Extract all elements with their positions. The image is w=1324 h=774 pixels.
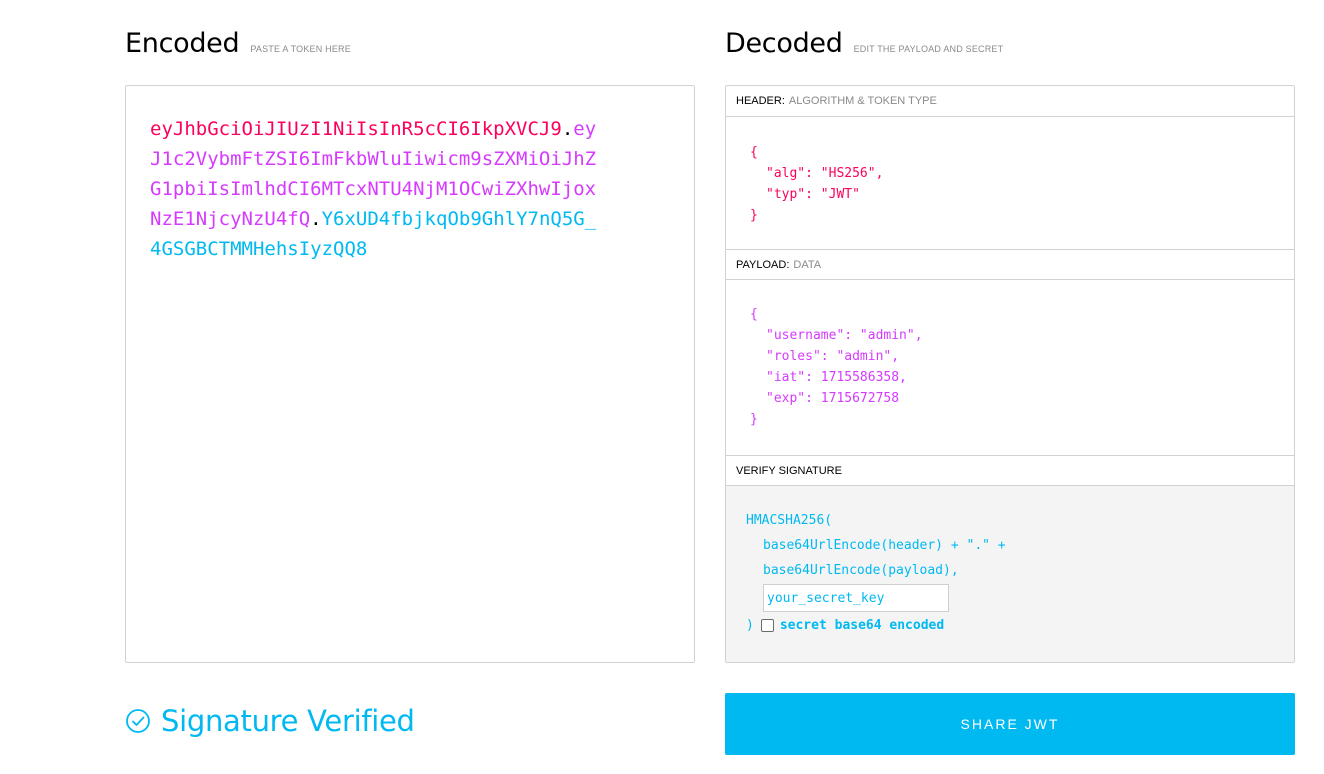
header-label: HEADER:: [736, 95, 785, 107]
secret-base64-label[interactable]: secret base64 encoded: [780, 613, 944, 638]
token-line: J1c2VybmFtZSI6ImFkbWluIiwicm9sZXMiOiJhZ: [150, 148, 597, 170]
json-line: "roles": "admin",: [766, 349, 900, 364]
json-brace: {: [750, 307, 758, 322]
token-line: G1pbiIsImlhdCI6MTcxNTU4NjM1OCwiZXhwIjox: [150, 178, 597, 200]
hmac-open: HMACSHA256(: [746, 513, 833, 528]
hmac-line-payload: base64UrlEncode(payload),: [763, 563, 959, 578]
token-header-part: eyJhbGciOiJIUzI1NiIsInR5cCI6IkpXVCJ9: [150, 118, 562, 140]
json-line: "alg": "HS256",: [766, 166, 884, 181]
encoded-hint: PASTE A TOKEN HERE: [250, 44, 351, 54]
json-line: "username": "admin",: [766, 328, 923, 343]
token-line: 4GSGBCTMMHehsIyzQQ8: [150, 238, 368, 260]
header-sublabel: ALGORITHM & TOKEN TYPE: [788, 95, 937, 107]
verify-label: VERIFY SIGNATURE: [736, 464, 842, 477]
payload-label: PAYLOAD:: [736, 258, 790, 271]
secret-key-input[interactable]: [763, 584, 949, 612]
share-jwt-button[interactable]: SHARE JWT: [725, 693, 1295, 755]
json-brace: }: [750, 412, 758, 427]
hmac-close: ): [746, 618, 754, 633]
verify-section-title: VERIFY SIGNATURE: [726, 455, 1294, 486]
check-circle-icon: [126, 709, 150, 733]
secret-base64-checkbox[interactable]: [760, 619, 774, 632]
token-payload-part: ey: [573, 118, 597, 140]
payload-sublabel: DATA: [793, 258, 822, 271]
token-dot: .: [310, 208, 322, 230]
header-json-editor[interactable]: { "alg": "HS256", "typ": "JWT" }: [726, 117, 1294, 249]
encoded-heading: Encoded PASTE A TOKEN HERE: [125, 28, 351, 59]
json-brace: {: [750, 145, 758, 160]
json-line: "exp": 1715672758: [766, 391, 900, 406]
json-line: "iat": 1715586358,: [766, 370, 907, 385]
token-signature-part: Y6xUD4fbjkqOb9GhlY7nQ5G_: [321, 208, 597, 230]
token-payload-part: NzE1NjcyNzU4fQ: [150, 208, 311, 230]
encoded-token-editor[interactable]: eyJhbGciOiJIUzI1NiIsInR5cCI6IkpXVCJ9.ey …: [125, 85, 695, 663]
decoded-title: Decoded: [725, 28, 843, 59]
json-brace: }: [750, 208, 758, 223]
token-line: NzE1NjcyNzU4fQ.Y6xUD4fbjkqOb9GhlY7nQ5G_: [150, 204, 670, 234]
token-line: eyJhbGciOiJIUzI1NiIsInR5cCI6IkpXVCJ9.ey: [150, 114, 670, 144]
signature-status-text: Signature Verified: [161, 704, 415, 738]
header-section-title: HEADER: ALGORITHM & TOKEN TYPE: [726, 86, 1294, 117]
json-line: "typ": "JWT": [766, 187, 860, 202]
decoded-panel: HEADER: ALGORITHM & TOKEN TYPE { "alg": …: [725, 85, 1295, 663]
verify-signature-body: HMACSHA256( base64UrlEncode(header) + ".…: [726, 486, 1294, 662]
decoded-hint: EDIT THE PAYLOAD AND SECRET: [853, 44, 1004, 54]
payload-json-editor[interactable]: { "username": "admin", "roles": "admin",…: [726, 280, 1294, 455]
token-dot: .: [561, 118, 574, 140]
hmac-line-header: base64UrlEncode(header) + "." +: [763, 538, 1006, 553]
encoded-title: Encoded: [125, 28, 240, 59]
signature-status: Signature Verified: [125, 704, 415, 738]
secret-base64-row: ) secret base64 encoded: [746, 613, 1294, 638]
decoded-heading: Decoded EDIT THE PAYLOAD AND SECRET: [725, 28, 1003, 59]
payload-section-title: PAYLOAD: DATA: [726, 249, 1294, 280]
